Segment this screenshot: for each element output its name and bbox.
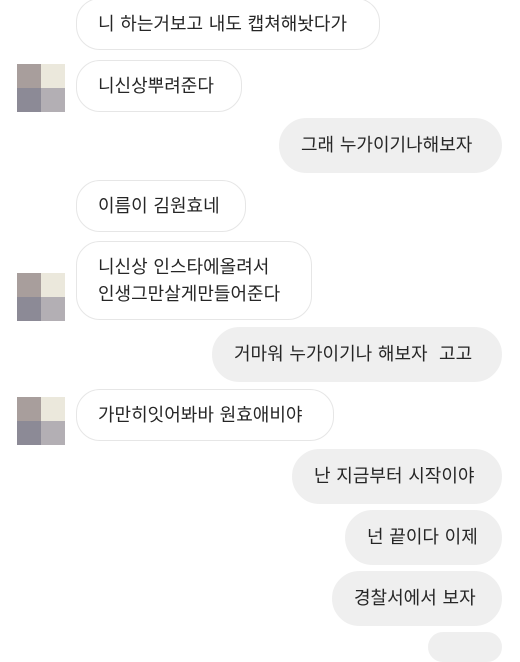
message-text: 니 하는거보고 내도 캡쳐해놧다가 [98,13,348,35]
message-sent [428,632,502,662]
avatar-pixel [17,297,41,321]
message-sent: 경찰서에서 보자 [332,571,502,626]
message-received: 니신상 인스타에올려서 인생그만살게만들어준다 [76,241,312,320]
avatar-pixel [41,273,65,297]
message-text: 난 지금부터 시작이야 [314,466,475,487]
chat-thread: 니 하는거보고 내도 캡쳐해놧다가 니신상뿌려준다 그래 누가이기나해보자 이름… [0,0,520,662]
avatar-pixel [41,64,65,88]
message-sent: 그래 누가이기나해보자 [279,118,502,173]
message-text-line: 니신상 인스타에올려서 [98,256,270,278]
message-received: 이름이 김원효네 [76,180,246,232]
message-sent: 난 지금부터 시작이야 [292,449,502,504]
avatar-pixel [17,421,41,445]
avatar-pixel [41,421,65,445]
avatar-pixel [17,273,41,297]
avatar-pixel [17,88,41,112]
message-text: 넌 끝이다 이제 [367,527,478,548]
message-sent: 거마워 누가이기나 해보자 고고 [212,327,502,382]
sender-avatar[interactable] [17,273,65,321]
message-text: 그래 누가이기나해보자 [301,135,473,156]
message-text: 거마워 누가이기나 해보자 고고 [234,344,473,365]
message-text: 니신상뿌려준다 [98,75,214,97]
message-sent: 넌 끝이다 이제 [345,510,502,565]
message-text: 경찰서에서 보자 [354,588,476,609]
avatar-pixel [41,297,65,321]
message-received: 니신상뿌려준다 [76,60,242,112]
avatar-pixel [17,64,41,88]
avatar-pixel [17,397,41,421]
message-received: 니 하는거보고 내도 캡쳐해놧다가 [76,0,380,50]
message-text: 이름이 김원효네 [98,195,220,217]
sender-avatar[interactable] [17,397,65,445]
avatar-pixel [41,88,65,112]
message-text-line: 인생그만살게만들어준다 [98,283,281,305]
sender-avatar[interactable] [17,64,65,112]
message-received: 가만히잇어봐바 원효애비야 [76,389,334,441]
message-text: 가만히잇어봐바 원효애비야 [98,404,303,426]
avatar-pixel [41,397,65,421]
